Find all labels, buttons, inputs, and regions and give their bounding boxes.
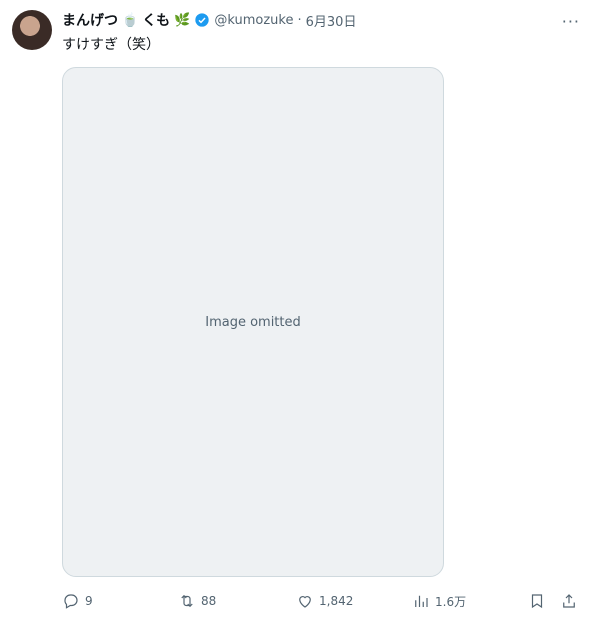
like-button[interactable]: 1,842 bbox=[296, 592, 353, 610]
green-emoji-icon: 🌿 bbox=[174, 12, 191, 28]
views-button[interactable]: 1.6万 bbox=[412, 592, 466, 610]
avatar[interactable] bbox=[12, 10, 52, 50]
display-name-suffix[interactable]: くも bbox=[142, 10, 170, 30]
tweet-date[interactable]: 6月30日 bbox=[306, 11, 357, 30]
retweet-button[interactable]: 88 bbox=[178, 592, 216, 610]
bookmark-icon bbox=[531, 594, 543, 609]
tweet-header: まんげつ 🍵 くも 🌿 @kumozuke · 6月30日 bbox=[62, 10, 580, 30]
share-icon bbox=[563, 594, 575, 608]
cake-emoji-icon: 🍵 bbox=[122, 12, 139, 28]
bookmark-button[interactable] bbox=[528, 592, 546, 610]
like-count: 1,842 bbox=[319, 594, 354, 608]
action-bar: 9 88 1,842 1.6万 bbox=[62, 590, 580, 612]
separator-dot: · bbox=[297, 12, 302, 28]
share-button[interactable] bbox=[560, 592, 578, 610]
retweet-icon bbox=[181, 594, 193, 608]
views-icon bbox=[415, 595, 428, 607]
display-name[interactable]: まんげつ bbox=[62, 10, 118, 30]
retweet-count: 88 bbox=[201, 594, 217, 608]
views-count: 1.6万 bbox=[435, 594, 467, 609]
more-icon[interactable]: ··· bbox=[562, 12, 580, 31]
reply-button[interactable]: 9 bbox=[62, 592, 93, 610]
reply-icon bbox=[64, 594, 78, 609]
tweet-text: すけすぎ（笑） bbox=[62, 37, 160, 53]
user-handle[interactable]: @kumozuke bbox=[214, 13, 293, 28]
like-icon bbox=[299, 596, 311, 608]
tweet-media[interactable]: Image omitted bbox=[62, 67, 444, 577]
media-note: Image omitted bbox=[205, 314, 301, 330]
verified-badge-icon bbox=[195, 13, 210, 27]
reply-count: 9 bbox=[85, 594, 93, 608]
